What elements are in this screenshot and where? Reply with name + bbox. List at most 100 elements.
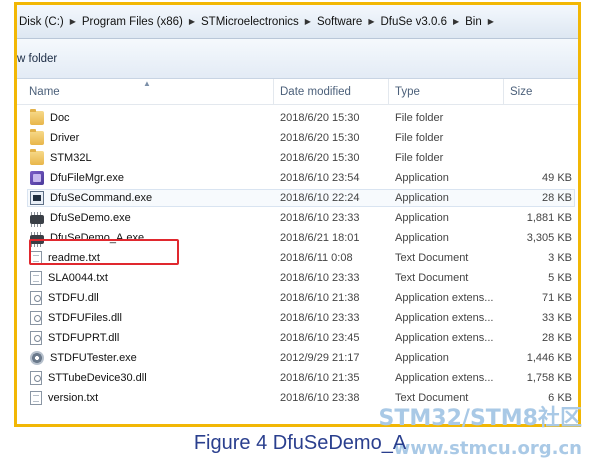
file-name: DfuSeCommand.exe xyxy=(50,192,153,204)
app-icon xyxy=(30,171,44,185)
file-name: STDFUPRT.dll xyxy=(48,332,120,344)
file-date: 2018/6/10 23:38 xyxy=(280,392,360,404)
file-row[interactable]: STDFUTester.exe 2012/9/29 21:17 Applicat… xyxy=(17,348,578,368)
console-icon xyxy=(30,191,44,205)
breadcrumb-software[interactable]: Software ▶ xyxy=(317,16,381,28)
file-type: Application extens... xyxy=(395,332,494,344)
text-file-icon xyxy=(30,271,42,285)
file-type: Text Document xyxy=(395,252,469,264)
file-type: Application xyxy=(395,212,449,224)
file-name: STDFU.dll xyxy=(48,292,99,304)
breadcrumb-separator-icon[interactable]: ▶ xyxy=(453,17,459,26)
breadcrumb-separator-icon[interactable]: ▶ xyxy=(189,17,195,26)
dll-icon xyxy=(30,331,42,345)
file-name: DfuFileMgr.exe xyxy=(50,172,124,184)
file-date: 2018/6/10 22:24 xyxy=(280,192,360,204)
file-date: 2012/9/29 21:17 xyxy=(280,352,360,364)
file-row[interactable]: Driver 2018/6/20 15:30 File folder xyxy=(17,128,578,148)
file-type: Text Document xyxy=(395,392,469,404)
file-row[interactable]: Doc 2018/6/20 15:30 File folder xyxy=(17,108,578,128)
folder-icon xyxy=(30,149,44,165)
file-size: 49 KB xyxy=(542,172,572,184)
file-size: 5 KB xyxy=(548,272,572,284)
file-date: 2018/6/10 23:54 xyxy=(280,172,360,184)
file-row[interactable]: STTubeDevice30.dll 2018/6/10 21:35 Appli… xyxy=(17,368,578,388)
file-date: 2018/6/10 23:33 xyxy=(280,212,360,224)
file-row[interactable]: DfuFileMgr.exe 2018/6/10 23:54 Applicati… xyxy=(17,168,578,188)
file-date: 2018/6/21 18:01 xyxy=(280,232,360,244)
file-type: File folder xyxy=(395,112,444,124)
watermark-line1: STM32/STM8社区 xyxy=(378,406,582,431)
folder-icon xyxy=(30,109,44,125)
dll-icon xyxy=(30,291,42,305)
file-size: 1,758 KB xyxy=(526,372,572,384)
file-size: 1,881 KB xyxy=(526,212,572,224)
breadcrumb-separator-icon[interactable]: ▶ xyxy=(368,17,374,26)
command-bar: w folder xyxy=(17,39,578,79)
file-type: Application xyxy=(395,192,449,204)
breadcrumb-bin[interactable]: Bin ▶ xyxy=(465,16,500,28)
file-size: 3,305 KB xyxy=(526,232,572,244)
file-date: 2018/6/10 23:33 xyxy=(280,312,360,324)
file-type: Application extens... xyxy=(395,372,494,384)
file-name: version.txt xyxy=(48,392,99,404)
file-date: 2018/6/10 21:38 xyxy=(280,292,360,304)
text-file-icon xyxy=(30,391,42,405)
file-type: Application xyxy=(395,172,449,184)
column-type[interactable]: Type xyxy=(389,79,504,105)
file-row[interactable]: DfuSeDemo.exe 2018/6/10 23:33 Applicatio… xyxy=(17,208,578,228)
new-folder-button[interactable]: w folder xyxy=(17,53,57,65)
file-size: 3 KB xyxy=(548,252,572,264)
file-type: Application extens... xyxy=(395,292,494,304)
file-size: 71 KB xyxy=(542,292,572,304)
column-date-modified[interactable]: Date modified xyxy=(274,79,389,105)
dll-icon xyxy=(30,311,42,325)
file-name: STM32L xyxy=(50,152,92,164)
folder-icon xyxy=(30,129,44,145)
file-name: DfuSeDemo.exe xyxy=(50,212,131,224)
breadcrumb-dfuse[interactable]: DfuSe v3.0.6 ▶ xyxy=(380,16,465,28)
file-row[interactable]: version.txt 2018/6/10 23:38 Text Documen… xyxy=(17,388,578,408)
file-date: 2018/6/10 23:33 xyxy=(280,272,360,284)
file-type: Text Document xyxy=(395,272,469,284)
file-row-selected[interactable]: DfuSeCommand.exe 2018/6/10 22:24 Applica… xyxy=(17,188,578,208)
file-row[interactable]: STDFU.dll 2018/6/10 21:38 Application ex… xyxy=(17,288,578,308)
file-type: Application xyxy=(395,232,449,244)
file-name: STDFUFiles.dll xyxy=(48,312,122,324)
dll-icon xyxy=(30,371,42,385)
file-type: File folder xyxy=(395,132,444,144)
file-name: SLA0044.txt xyxy=(48,272,108,284)
gear-icon xyxy=(30,351,44,365)
column-size[interactable]: Size xyxy=(504,79,578,105)
file-type: File folder xyxy=(395,152,444,164)
breadcrumb-stmicroelectronics[interactable]: STMicroelectronics ▶ xyxy=(201,16,317,28)
column-header: Name ▲ Date modified Type Size xyxy=(17,79,578,105)
file-row[interactable]: STDFUPRT.dll 2018/6/10 23:45 Application… xyxy=(17,328,578,348)
file-name: Driver xyxy=(50,132,80,144)
file-date: 2018/6/10 21:35 xyxy=(280,372,360,384)
breadcrumb-disk[interactable]: Disk (C:) ▶ xyxy=(19,16,82,28)
file-row[interactable]: SLA0044.txt 2018/6/10 23:33 Text Documen… xyxy=(17,268,578,288)
file-row[interactable]: STDFUFiles.dll 2018/6/10 23:33 Applicati… xyxy=(17,308,578,328)
breadcrumb-separator-icon[interactable]: ▶ xyxy=(305,17,311,26)
breadcrumb-separator-icon[interactable]: ▶ xyxy=(488,17,494,26)
breadcrumb-separator-icon[interactable]: ▶ xyxy=(70,17,76,26)
file-type: Application xyxy=(395,352,449,364)
address-bar[interactable]: Disk (C:) ▶ Program Files (x86) ▶ STMicroe… xyxy=(17,5,578,39)
file-name: STDFUTester.exe xyxy=(50,352,137,364)
explorer-window: Disk (C:) ▶ Program Files (x86) ▶ STMicroe… xyxy=(14,2,581,427)
highlight-box xyxy=(29,239,179,265)
file-row[interactable]: STM32L 2018/6/20 15:30 File folder xyxy=(17,148,578,168)
file-size: 1,446 KB xyxy=(526,352,572,364)
file-size: 28 KB xyxy=(542,192,572,204)
file-name: STTubeDevice30.dll xyxy=(48,372,147,384)
file-date: 2018/6/20 15:30 xyxy=(280,152,360,164)
file-date: 2018/6/20 15:30 xyxy=(280,132,360,144)
sort-ascending-icon: ▲ xyxy=(143,79,151,88)
file-date: 2018/6/20 15:30 xyxy=(280,112,360,124)
file-type: Application extens... xyxy=(395,312,494,324)
breadcrumb-program-files[interactable]: Program Files (x86) ▶ xyxy=(82,16,201,28)
chip-icon xyxy=(30,212,44,227)
file-name: Doc xyxy=(50,112,70,124)
file-size: 33 KB xyxy=(542,312,572,324)
